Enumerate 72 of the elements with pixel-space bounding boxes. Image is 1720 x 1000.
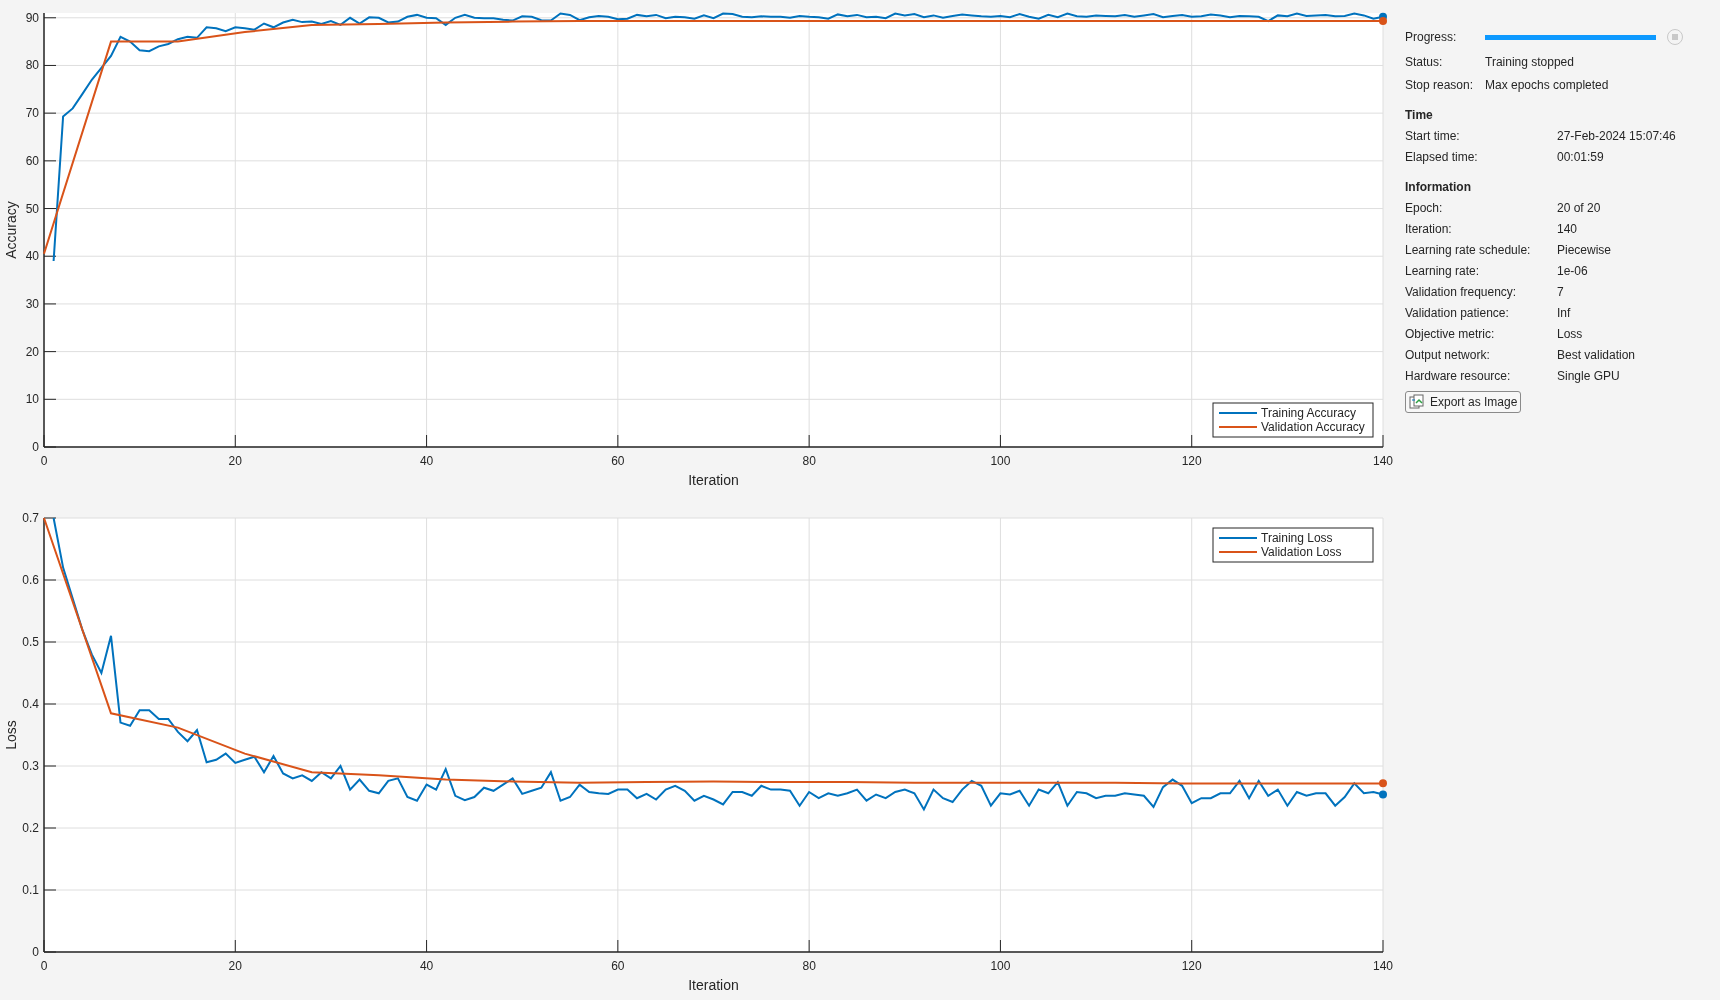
- y-tick-label: 0.7: [22, 511, 39, 525]
- legend-label: Validation Accuracy: [1261, 420, 1365, 434]
- field-value: 20 of 20: [1557, 199, 1601, 217]
- x-tick-label: 100: [990, 959, 1011, 973]
- section-heading: Information: [1405, 179, 1472, 196]
- field-value: 00:01:59: [1557, 148, 1604, 166]
- y-tick-label: 10: [25, 392, 39, 407]
- x-tick-label: 120: [1181, 959, 1202, 973]
- y-tick-label: 30: [25, 296, 39, 311]
- y-tick-label: 50: [25, 201, 39, 216]
- y-axis-title: Accuracy: [3, 201, 19, 259]
- field-label: Validation patience:: [1405, 304, 1510, 322]
- x-tick-label: 0: [40, 454, 48, 468]
- x-axis-title: Iteration: [688, 472, 739, 488]
- x-tick-label: 120: [1181, 454, 1202, 468]
- y-tick-label: 70: [25, 106, 39, 121]
- y-tick-label: 20: [25, 344, 39, 359]
- y-axis-title: Loss: [3, 720, 19, 750]
- x-tick-label: 20: [228, 959, 242, 973]
- y-tick-label: 80: [25, 58, 39, 73]
- x-tick-label: 0: [40, 959, 48, 973]
- legend-label: Training Accuracy: [1261, 406, 1356, 420]
- x-tick-label: 100: [990, 454, 1011, 468]
- x-tick-label: 20: [228, 454, 242, 468]
- y-tick-label: 40: [25, 249, 39, 264]
- y-tick-label: 90: [25, 10, 39, 25]
- field-label: Progress:: [1405, 29, 1458, 46]
- y-tick-label: 0.3: [22, 759, 39, 773]
- x-tick-label: 60: [611, 959, 625, 973]
- legend-label: Training Loss: [1261, 531, 1333, 545]
- field-value: Piecewise: [1557, 241, 1612, 259]
- y-tick-label: 0.5: [22, 635, 39, 649]
- field-value: 1e-06: [1557, 262, 1588, 280]
- y-tick-label: 0.4: [22, 697, 39, 711]
- field-label: Hardware resource:: [1405, 367, 1512, 385]
- y-tick-label: 60: [25, 153, 39, 168]
- field-label: Output network:: [1405, 346, 1491, 364]
- field-label: Elapsed time:: [1405, 148, 1479, 166]
- y-tick-label: 0.1: [22, 883, 39, 897]
- legend-label: Validation Loss: [1261, 545, 1342, 559]
- field-value: 7: [1557, 283, 1564, 301]
- field-value: Loss: [1557, 325, 1583, 343]
- field-label: Stop reason:: [1405, 76, 1475, 94]
- section-heading: Time: [1405, 107, 1434, 124]
- y-tick-label: 0: [32, 945, 39, 959]
- field-label: Iteration:: [1405, 220, 1453, 238]
- field-value: Training stopped: [1485, 53, 1574, 71]
- field-label: Objective metric:: [1405, 325, 1496, 343]
- field-label: Start time:: [1405, 127, 1461, 145]
- field-value: Best validation: [1557, 346, 1636, 364]
- x-tick-label: 80: [802, 454, 816, 468]
- y-tick-label: 0.2: [22, 821, 39, 835]
- x-axis-title: Iteration: [688, 977, 739, 993]
- field-value: Single GPU: [1557, 367, 1620, 385]
- field-value: 140: [1557, 220, 1578, 238]
- export-button[interactable]: Export as Image: [1405, 391, 1522, 413]
- field-label: Validation frequency:: [1405, 283, 1518, 301]
- field-value: 27-Feb-2024 15:07:46: [1557, 127, 1676, 145]
- x-tick-label: 140: [1373, 454, 1393, 468]
- field-label: Learning rate:: [1405, 262, 1481, 280]
- y-tick-label: 0.6: [22, 573, 39, 587]
- field-label: Epoch:: [1405, 199, 1444, 217]
- x-tick-label: 80: [802, 959, 816, 973]
- x-tick-label: 60: [611, 454, 625, 468]
- field-label: Status:: [1405, 53, 1444, 71]
- field-value: Inf: [1557, 304, 1571, 322]
- field-value: Max epochs completed: [1485, 76, 1609, 94]
- field-label: Learning rate schedule:: [1405, 241, 1532, 259]
- x-tick-label: 40: [419, 959, 434, 973]
- x-tick-label: 140: [1373, 959, 1393, 973]
- x-tick-label: 40: [419, 454, 434, 468]
- y-tick-label: 0: [32, 440, 39, 454]
